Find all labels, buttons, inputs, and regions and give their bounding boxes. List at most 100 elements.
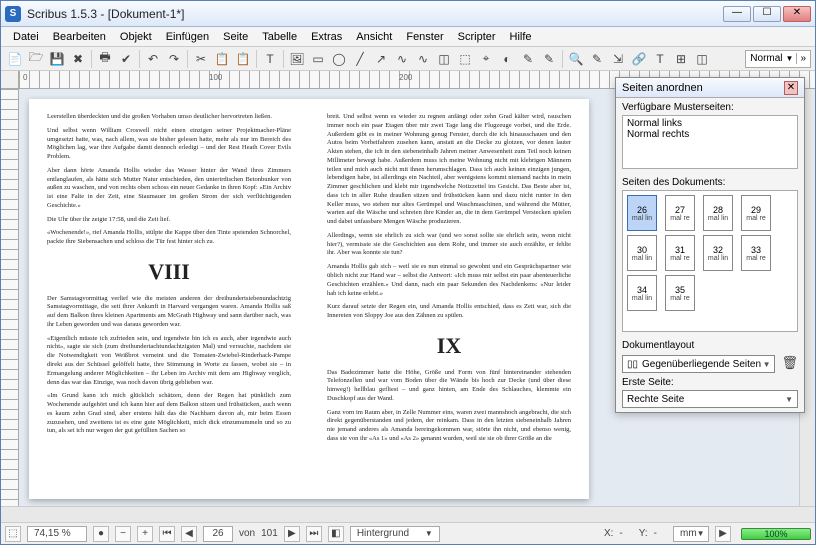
vertical-ruler[interactable] (1, 89, 19, 506)
toolbar-button-8[interactable]: ✂ (191, 49, 211, 69)
horizontal-scrollbar[interactable] (1, 506, 815, 522)
toolbar-button-6[interactable]: ↶ (143, 49, 163, 69)
toolbar-button-24[interactable]: ✎ (539, 49, 559, 69)
menu-tabelle[interactable]: Tabelle (256, 29, 303, 45)
body-paragraph: Aber dann hörte Amanda Hollis wieder das… (47, 167, 291, 211)
toolbar-button-9[interactable]: 📋 (212, 49, 232, 69)
panel-titlebar[interactable]: Seiten anordnen ✕ (616, 78, 804, 98)
page-thumbnail-35[interactable]: 35mal re (665, 275, 695, 311)
page-thumbnail-29[interactable]: 29mal re (741, 195, 771, 231)
zoom-reset-button[interactable]: ● (93, 526, 109, 542)
zoom-field[interactable]: 74,15 % (27, 526, 87, 542)
toolbar-separator (256, 50, 257, 68)
toolbar-button-7[interactable]: ↷ (164, 49, 184, 69)
toolbar-button-27[interactable]: ⇲ (608, 49, 628, 69)
toolbar-button-22[interactable]: ◐ (497, 49, 517, 69)
toolbar-button-2[interactable]: 💾 (47, 49, 67, 69)
toolbar-button-15[interactable]: ╱ (350, 49, 370, 69)
page-thumbnails-grid[interactable]: 26mal lin 27mal re 28mal lin 29mal re 30mal … (622, 190, 798, 332)
page-thumbnail-28[interactable]: 28mal lin (703, 195, 733, 231)
toolbar-button-0[interactable]: 📄 (5, 49, 25, 69)
toolbar-button-20[interactable]: ⬚ (455, 49, 475, 69)
master-page-item[interactable]: Normal rechts (627, 129, 793, 140)
menu-extras[interactable]: Extras (305, 29, 348, 45)
menu-ansicht[interactable]: Ansicht (350, 29, 398, 45)
page-thumbnail-31[interactable]: 31mal re (665, 235, 695, 271)
body-paragraph: Amanda Hollis gab sich – weil sie es nun… (327, 263, 571, 298)
body-paragraph: Das Badezimmer hatte die Höhe, Größe und… (327, 369, 571, 404)
menu-datei[interactable]: Datei (7, 29, 45, 45)
toolbar-button-25[interactable]: 🔍 (566, 49, 586, 69)
view-mode-combo[interactable]: Normal▼» (745, 50, 811, 68)
page-thumbnail-32[interactable]: 32mal lin (703, 235, 733, 271)
status-icon[interactable]: ⬚ (5, 526, 21, 542)
body-paragraph: «Wochenende!», rief Amanda Hollis, stülp… (47, 229, 291, 247)
toolbar-button-1[interactable]: 🗁 (26, 49, 46, 69)
first-page-button[interactable]: ⏮ (159, 526, 175, 542)
layer-combo[interactable]: Hintergrund▼ (350, 526, 440, 542)
toolbar-button-13[interactable]: ▭ (308, 49, 328, 69)
page-thumbnail-33[interactable]: 33mal re (741, 235, 771, 271)
toolbar-button-18[interactable]: ∿ (413, 49, 433, 69)
body-paragraph: Kurz darauf setzte der Regen ein, und Am… (327, 303, 571, 321)
unit-combo[interactable]: mm▼ (673, 526, 709, 542)
toolbar-button-30[interactable]: ⊞ (671, 49, 691, 69)
page-thumbnail-27[interactable]: 27mal re (665, 195, 695, 231)
toolbar-button-10[interactable]: 📋 (233, 49, 253, 69)
window-minimize-button[interactable]: — (723, 6, 751, 22)
ruler-origin (1, 71, 19, 89)
toolbar-button-29[interactable]: T (650, 49, 670, 69)
toolbar-button-31[interactable]: ◫ (692, 49, 712, 69)
document-layout-label: Dokumentlayout (622, 340, 798, 351)
facing-pages-icon: ▯▯ (627, 359, 638, 370)
toolbar-button-23[interactable]: ✎ (518, 49, 538, 69)
zoom-out-button[interactable]: − (115, 526, 131, 542)
main-toolbar: 📄🗁💾✖🖶✔↶↷✂📋📋T🖼▭◯╱↗∿∿◫⬚⌖◐✎✎🔍✎⇲🔗T⊞◫Normal▼» (1, 47, 815, 71)
prev-page-button[interactable]: ◀ (181, 526, 197, 542)
window-close-button[interactable]: ✕ (783, 6, 811, 22)
menu-fenster[interactable]: Fenster (400, 29, 449, 45)
toolbar-button-28[interactable]: 🔗 (629, 49, 649, 69)
toolbar-button-21[interactable]: ⌖ (476, 49, 496, 69)
current-page-field[interactable]: 26 (203, 526, 233, 542)
page-right[interactable]: breit. Und selbst wenn es wieder zu regn… (309, 99, 589, 499)
page-thumbnail-30[interactable]: 30mal lin (627, 235, 657, 271)
window-title: Scribus 1.5.3 - [Dokument-1*] (27, 7, 723, 21)
menu-bearbeiten[interactable]: Bearbeiten (47, 29, 112, 45)
first-page-combo[interactable]: Rechte Seite ▼ (622, 390, 798, 408)
body-paragraph: «Eigentlich müsste ich zufrieden sein, u… (47, 335, 291, 388)
page-left[interactable]: Leerstellen überdeckten und die großen V… (29, 99, 309, 499)
toolbar-button-17[interactable]: ∿ (392, 49, 412, 69)
toolbar-button-12[interactable]: 🖼 (287, 49, 307, 69)
layer-icon[interactable]: ◧ (328, 526, 344, 542)
menu-einfügen[interactable]: Einfügen (160, 29, 215, 45)
master-page-item[interactable]: Normal links (627, 118, 793, 129)
layout-combo[interactable]: ▯▯Gegenüberliegende Seiten ▼ (622, 355, 775, 373)
body-paragraph: Und selbst wenn William Croswell nicht e… (47, 127, 291, 162)
toolbar-button-4[interactable]: 🖶 (95, 49, 115, 69)
menu-seite[interactable]: Seite (217, 29, 254, 45)
page-thumbnail-26[interactable]: 26mal lin (627, 195, 657, 231)
toolbar-button-16[interactable]: ↗ (371, 49, 391, 69)
panel-close-button[interactable]: ✕ (784, 81, 798, 95)
toolbar-button-5[interactable]: ✔ (116, 49, 136, 69)
preview-button[interactable]: ▶ (715, 526, 731, 542)
menu-objekt[interactable]: Objekt (114, 29, 158, 45)
chapter-heading: VIII (47, 257, 291, 287)
toolbar-button-3[interactable]: ✖ (68, 49, 88, 69)
master-pages-label: Verfügbare Musterseiten: (622, 102, 798, 113)
next-page-button[interactable]: ▶ (284, 526, 300, 542)
toolbar-button-14[interactable]: ◯ (329, 49, 349, 69)
toolbar-button-11[interactable]: T (260, 49, 280, 69)
toolbar-button-19[interactable]: ◫ (434, 49, 454, 69)
page-thumbnail-34[interactable]: 34mal lin (627, 275, 657, 311)
last-page-button[interactable]: ⏭ (306, 526, 322, 542)
toolbar-button-26[interactable]: ✎ (587, 49, 607, 69)
window-maximize-button[interactable]: ☐ (753, 6, 781, 22)
first-page-label: Erste Seite: (622, 377, 798, 388)
trash-icon[interactable]: 🗑 (781, 355, 798, 371)
menu-hilfe[interactable]: Hilfe (504, 29, 538, 45)
menu-scripter[interactable]: Scripter (452, 29, 502, 45)
zoom-in-button[interactable]: + (137, 526, 153, 542)
master-pages-list[interactable]: Normal linksNormal rechts (622, 115, 798, 169)
